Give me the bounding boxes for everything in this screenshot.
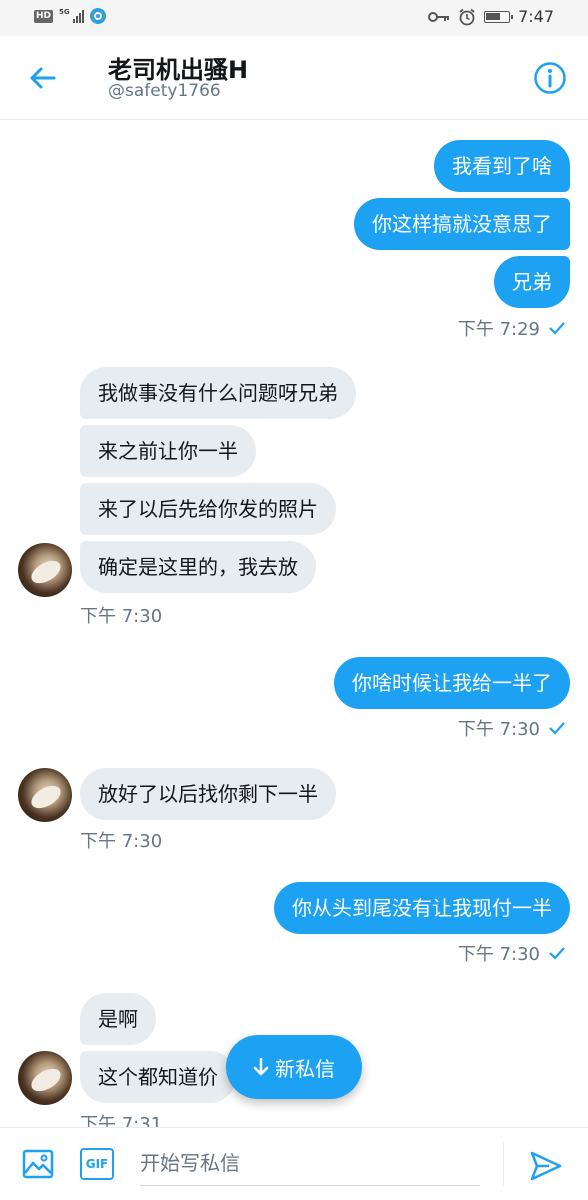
hd-badge: HD [34, 9, 54, 23]
incoming-message[interactable]: 来了以后先给你发的照片 [80, 483, 336, 535]
read-check-icon [549, 722, 565, 735]
image-icon [22, 1149, 54, 1179]
new-message-label: 新私信 [275, 1056, 335, 1081]
conversation-header: 老司机出骚H @safety1766 [0, 36, 588, 120]
send-button[interactable] [526, 1146, 566, 1186]
outgoing-message[interactable]: 你这样搞就没意思了 [354, 198, 570, 250]
incoming-message[interactable]: 这个都知道价 [80, 1051, 236, 1103]
battery-icon [484, 11, 514, 23]
network-type-label: 5G [59, 8, 70, 16]
back-arrow-icon [30, 67, 56, 89]
message-list[interactable]: 我看到了啥 你这样搞就没意思了 兄弟 下午 7:29 我做事没有什么问题呀兄弟 … [0, 121, 588, 1127]
read-check-icon [549, 947, 565, 960]
outgoing-message[interactable]: 你啥时候让我给一半了 [334, 657, 570, 709]
gif-icon: GIF [85, 1157, 109, 1171]
outgoing-message[interactable]: 我看到了啥 [434, 140, 570, 192]
incoming-message[interactable]: 来之前让你一半 [80, 425, 256, 477]
signal-icon: 5G [59, 9, 84, 23]
status-bar: HD 5G 7:47 [0, 0, 588, 36]
app-notification-icon [89, 8, 106, 24]
conversation-handle[interactable]: @safety1766 [108, 81, 221, 101]
timestamp-text: 下午 7:31 [80, 1114, 163, 1127]
key-icon [428, 12, 450, 22]
add-photo-button[interactable] [20, 1146, 56, 1182]
alarm-icon [459, 8, 475, 26]
outgoing-message[interactable]: 兄弟 [494, 256, 570, 308]
composer: GIF [0, 1127, 588, 1200]
avatar[interactable] [18, 768, 72, 822]
message-timestamp: 下午 7:29 [458, 315, 566, 341]
message-timestamp: 下午 7:30 [80, 602, 162, 628]
status-right: 7:47 [428, 7, 554, 27]
gif-button[interactable]: GIF [80, 1148, 114, 1180]
new-message-button[interactable]: 新私信 [226, 1035, 362, 1099]
incoming-message[interactable]: 确定是这里的，我去放 [80, 541, 316, 593]
message-timestamp: 下午 7:30 [458, 940, 566, 966]
arrow-down-icon [253, 1058, 269, 1076]
info-button[interactable] [530, 58, 570, 98]
message-input[interactable] [140, 1142, 480, 1184]
incoming-message[interactable]: 放好了以后找你剩下一半 [80, 768, 336, 820]
back-button[interactable] [22, 58, 62, 98]
message-timestamp: 下午 7:30 [458, 715, 566, 741]
avatar[interactable] [18, 1051, 72, 1105]
incoming-message[interactable]: 是啊 [80, 993, 156, 1045]
clock: 7:47 [518, 7, 554, 26]
avatar[interactable] [18, 543, 72, 597]
timestamp-text: 下午 7:29 [457, 319, 540, 340]
timestamp-text: 下午 7:30 [80, 606, 163, 627]
incoming-message[interactable]: 我做事没有什么问题呀兄弟 [80, 367, 356, 419]
timestamp-text: 下午 7:30 [457, 719, 540, 740]
message-input-wrapper [140, 1142, 480, 1186]
outgoing-message[interactable]: 你从头到尾没有让我现付一半 [274, 882, 570, 934]
message-timestamp: 下午 7:30 [80, 827, 162, 853]
timestamp-text: 下午 7:30 [457, 944, 540, 965]
info-icon [534, 62, 566, 94]
status-left: HD 5G [34, 8, 106, 24]
composer-divider [503, 1142, 504, 1186]
send-icon [530, 1151, 562, 1181]
read-check-icon [549, 322, 565, 335]
timestamp-text: 下午 7:30 [80, 831, 163, 852]
message-timestamp: 下午 7:31 [80, 1110, 162, 1127]
conversation-title[interactable]: 老司机出骚H [108, 50, 248, 85]
